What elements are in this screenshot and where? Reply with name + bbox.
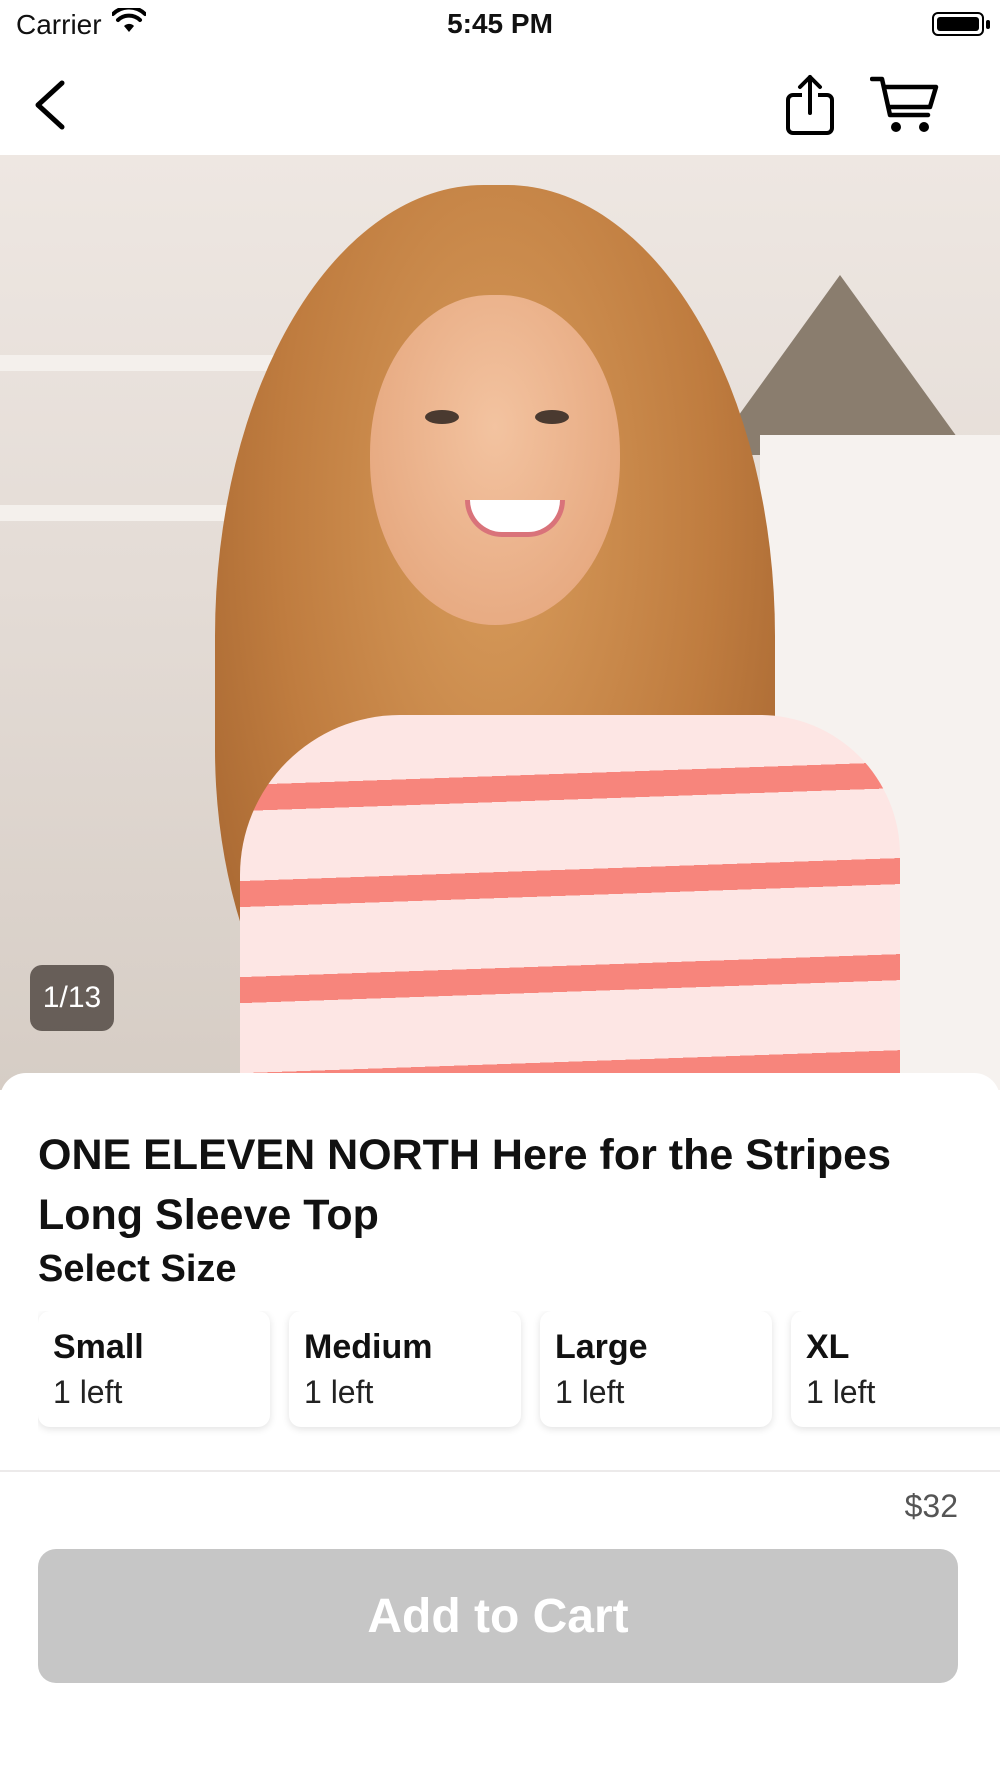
status-bar: Carrier 5:45 PM: [0, 0, 1000, 50]
cart-icon: [870, 76, 939, 132]
product-image-gallery[interactable]: 1/13: [0, 155, 1000, 1090]
add-to-cart-button[interactable]: Add to Cart: [38, 1549, 958, 1683]
size-name: XL: [806, 1328, 850, 1366]
divider: [0, 1470, 1000, 1472]
size-stock: 1 left: [53, 1374, 123, 1410]
size-option-medium[interactable]: Medium 1 left: [289, 1311, 521, 1427]
cart-button[interactable]: [865, 65, 945, 145]
size-option-small[interactable]: Small 1 left: [38, 1311, 270, 1427]
size-name: Small: [53, 1328, 144, 1366]
striped-sweater: [240, 715, 900, 1090]
size-stock: 1 left: [806, 1374, 876, 1410]
chevron-left-icon: [35, 80, 65, 130]
lamp-decor: [710, 275, 970, 455]
size-options[interactable]: Small 1 left Medium 1 left Large 1 left …: [38, 1311, 1000, 1439]
model-face: [370, 295, 620, 625]
product-price: $32: [904, 1488, 958, 1524]
size-stock: 1 left: [555, 1374, 625, 1410]
size-option-xl[interactable]: XL 1 left: [791, 1311, 1000, 1427]
select-size-label: Select Size: [38, 1248, 237, 1290]
product-info-sheet: ONE ELEVEN NORTH Here for the Stripes Lo…: [0, 1073, 1000, 1493]
battery-icon: [932, 12, 990, 36]
share-button[interactable]: [775, 65, 845, 145]
share-icon: [786, 75, 834, 135]
size-stock: 1 left: [304, 1374, 374, 1410]
product-title: ONE ELEVEN NORTH Here for the Stripes Lo…: [38, 1131, 891, 1239]
back-button[interactable]: [20, 70, 80, 140]
size-name: Medium: [304, 1328, 433, 1366]
size-name: Large: [555, 1328, 648, 1366]
image-counter-badge: 1/13: [30, 965, 114, 1031]
status-time: 5:45 PM: [447, 8, 553, 39]
size-option-large[interactable]: Large 1 left: [540, 1311, 772, 1427]
nav-bar: [0, 60, 1000, 155]
